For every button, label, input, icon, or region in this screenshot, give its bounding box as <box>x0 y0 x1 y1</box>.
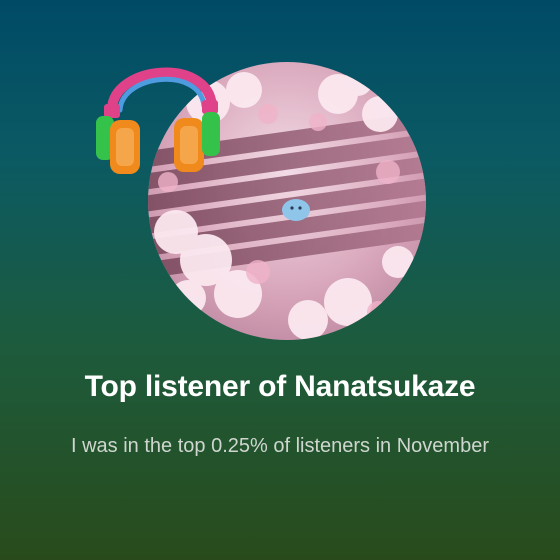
card-subtitle: I was in the top 0.25% of listeners in N… <box>71 435 489 457</box>
headphones-icon <box>90 48 230 198</box>
card-title: Top listener of Nanatsukaze <box>84 370 476 403</box>
top-listener-card: Top listener of Nanatsukaze I was in the… <box>0 0 560 560</box>
